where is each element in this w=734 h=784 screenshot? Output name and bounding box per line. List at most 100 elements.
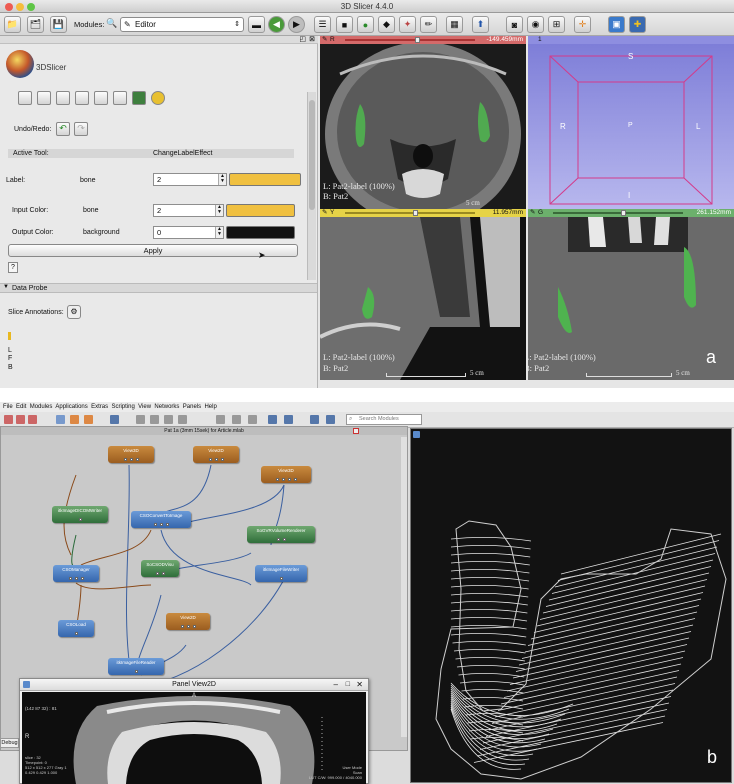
module-action-icon[interactable] — [84, 415, 93, 424]
label-color-swatch[interactable] — [229, 173, 301, 186]
scrollbar-thumb[interactable] — [309, 100, 315, 210]
undo-button[interactable]: ↶ — [56, 122, 70, 136]
layout-button[interactable]: ▦ — [446, 16, 463, 33]
back-button[interactable]: ◀ — [268, 16, 285, 33]
change-label-button[interactable] — [151, 91, 165, 105]
green-slice-view[interactable]: L: Pat2-label (100%) B: Pat2 5 cm a — [528, 217, 734, 380]
menu-panels[interactable]: Panels — [183, 404, 201, 410]
menu-edit[interactable]: Edit — [16, 404, 26, 410]
level-tracing-button[interactable] — [75, 91, 89, 105]
save-button[interactable]: 💾 — [50, 16, 67, 33]
module-history-button[interactable]: ▬ — [248, 16, 265, 33]
output-color-swatch[interactable] — [226, 226, 295, 239]
threshold-effect-button[interactable] — [94, 91, 108, 105]
menu-file[interactable]: File — [3, 404, 13, 410]
float-panel-icon[interactable]: ◰ — [299, 35, 306, 43]
align-tool-icon[interactable] — [232, 415, 241, 424]
align-tool-icon[interactable] — [216, 415, 225, 424]
crosshair-button[interactable]: ✛ — [574, 16, 591, 33]
data-probe-header[interactable]: ▼ Data Probe — [0, 283, 317, 293]
open-network-icon[interactable] — [16, 415, 25, 424]
module-action-icon[interactable] — [56, 415, 65, 424]
data-module-button[interactable]: ☰ — [314, 16, 331, 33]
close-panel-icon[interactable]: ⊠ — [309, 35, 315, 43]
pin-icon[interactable]: ✎ — [530, 209, 535, 217]
zoom-tool-icon[interactable] — [164, 415, 173, 424]
apply-button[interactable]: Apply — [8, 244, 298, 257]
module-view3d-b[interactable]: View3D — [261, 466, 311, 483]
draw-effect-button[interactable] — [56, 91, 70, 105]
threed-view[interactable]: S R P L I — [528, 44, 734, 209]
module-itkimagefilereader[interactable]: itkImageFileReader — [108, 658, 164, 675]
module-itkimagefilewriter[interactable]: itkImageFileWriter — [255, 565, 307, 582]
module-action-icon[interactable] — [70, 415, 79, 424]
menu-help[interactable]: Help — [204, 404, 216, 410]
module-sogvrvolumerenderer[interactable]: SoGVRVolumeRenderer — [247, 526, 315, 543]
python-console-button[interactable]: ✚ — [629, 16, 646, 33]
output-color-spinbox[interactable]: 0 ▲ ▼ — [153, 226, 224, 239]
place-fiducial-button[interactable]: ◉ — [527, 16, 544, 33]
maximize-icon[interactable]: □ — [346, 679, 350, 691]
menu-scripting[interactable]: Scripting — [111, 404, 134, 410]
paint-effect-button[interactable] — [37, 91, 51, 105]
pan-tool-icon[interactable] — [178, 415, 187, 424]
redo-button[interactable]: ↷ — [74, 122, 88, 136]
menu-view[interactable]: View — [138, 404, 151, 410]
markups-module-button[interactable]: ✦ — [399, 16, 416, 33]
network-scrollbar[interactable] — [401, 437, 407, 737]
module-csoload[interactable]: CSOLoad — [58, 620, 94, 637]
red-slice-view[interactable]: L: Pat2-label (100%) B: Pat2 5 cm — [320, 44, 526, 209]
new-network-icon[interactable] — [4, 415, 13, 424]
select-tool-icon[interactable] — [136, 415, 145, 424]
zoom-window-button[interactable] — [27, 3, 35, 11]
load-data-button[interactable]: 📁 — [4, 16, 21, 33]
search-modules-input[interactable]: ⌕ Search Modules — [346, 414, 422, 425]
module-socsodvisu[interactable]: SoCSODVisu — [141, 560, 179, 577]
module-csomanager[interactable]: CSOManager — [53, 565, 99, 582]
pin-icon[interactable]: ✎ — [322, 209, 327, 217]
models-module-button[interactable]: ● — [357, 16, 374, 33]
align-tool-icon[interactable] — [268, 415, 277, 424]
label-value-spinbox[interactable]: 2 ▲ ▼ — [153, 173, 227, 186]
save-island-button[interactable] — [132, 91, 146, 105]
network-tab[interactable]: Pat 1a (3mm 15sek) for Article.mlab — [1, 427, 407, 435]
align-tool-icon[interactable] — [284, 415, 293, 424]
move-tool-icon[interactable] — [150, 415, 159, 424]
close-tab-icon[interactable] — [353, 428, 359, 434]
mandible-3d-viewer[interactable]: b — [410, 428, 732, 783]
align-tool-icon[interactable] — [326, 415, 335, 424]
input-color-spinbox[interactable]: 2 ▲ ▼ — [153, 204, 224, 217]
close-window-button[interactable] — [5, 3, 13, 11]
editor-module-button[interactable]: ✏ — [420, 16, 437, 33]
module-view2d-a[interactable]: View2D — [193, 446, 239, 463]
help-button[interactable]: ? — [8, 262, 18, 273]
input-color-swatch[interactable] — [226, 204, 295, 217]
panel-view2d-titlebar[interactable]: Panel View2D – □ ✕ — [20, 679, 368, 691]
module-view2d-b[interactable]: View2D — [166, 613, 210, 630]
yellow-slice-view[interactable]: L: Pat2-label (100%) B: Pat2 5 cm — [320, 217, 526, 380]
minimize-window-button[interactable] — [16, 3, 24, 11]
screenshot-button[interactable]: ◙ — [506, 16, 523, 33]
forward-button[interactable]: ▶ — [288, 16, 305, 33]
close-icon[interactable]: ✕ — [356, 679, 363, 691]
green-slice-slider[interactable] — [553, 210, 683, 216]
menu-extras[interactable]: Extras — [91, 404, 108, 410]
minimize-icon[interactable]: – — [334, 679, 338, 691]
default-tool-button[interactable] — [18, 91, 32, 105]
search-icon[interactable]: 🔍 — [106, 18, 117, 29]
debug-tab[interactable]: Debug — [0, 738, 19, 748]
panel-view2d-window[interactable]: Panel View2D – □ ✕ A R (142 87 32) : 81 … — [19, 678, 369, 784]
spin-arrows-icon[interactable]: ▲ ▼ — [218, 174, 226, 185]
menu-applications[interactable]: Applications — [55, 404, 87, 410]
module-action-icon[interactable] — [110, 415, 119, 424]
menu-modules[interactable]: Modules — [30, 404, 53, 410]
spin-arrows-icon[interactable]: ▲ ▼ — [215, 205, 223, 216]
module-view3d-a[interactable]: View3D — [108, 446, 154, 463]
module-itkimagedicomwriter[interactable]: itkImageDICOMWriter — [52, 506, 108, 523]
load-dicom-button[interactable]: 🗂 — [27, 16, 44, 33]
view2d-canvas[interactable]: A R (142 87 32) : 81 slice : 32 Timepoin… — [22, 692, 366, 784]
panel-scrollbar[interactable] — [307, 92, 316, 280]
ruler-button[interactable]: ⊞ — [548, 16, 565, 33]
transforms-module-button[interactable]: ◆ — [378, 16, 395, 33]
spin-arrows-icon[interactable]: ▲ ▼ — [215, 227, 223, 238]
